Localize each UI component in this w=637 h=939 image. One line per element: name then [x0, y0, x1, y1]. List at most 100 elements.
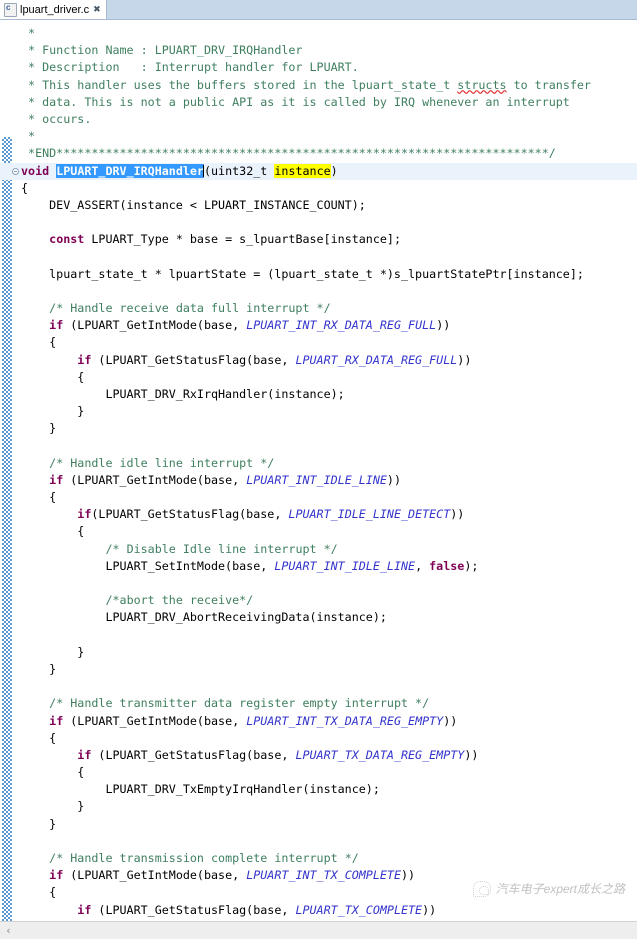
code-token-enum: LPUART_INT_RX_DATA_REG_FULL [246, 318, 437, 333]
code-line[interactable] [0, 575, 637, 592]
code-line[interactable]: if (LPUART_GetIntMode(base, LPUART_INT_T… [0, 713, 637, 730]
code-token-enum: LPUART_INT_IDLE_LINE [274, 558, 416, 573]
code-line[interactable]: if (LPUART_GetIntMode(base, LPUART_INT_I… [0, 472, 637, 489]
code-line[interactable]: DEV_ASSERT(instance < LPUART_INSTANCE_CO… [0, 197, 637, 214]
code-line[interactable]: * [0, 25, 637, 42]
code-line[interactable]: *END************************************… [0, 145, 637, 162]
code-line[interactable]: { [0, 764, 637, 781]
code-token-enum: LPUART_INT_TX_COMPLETE [246, 868, 401, 883]
tab-bar-empty-area [106, 0, 637, 19]
code-line[interactable]: if(LPUART_GetStatusFlag(base, LPUART_IDL… [0, 506, 637, 523]
code-line[interactable]: /* Handle transmission complete interrup… [0, 850, 637, 867]
editor-tab-bar: lpuart_driver.c ✖ [0, 0, 637, 20]
close-icon[interactable]: ✖ [93, 5, 101, 15]
code-token-misspell: structs [457, 77, 507, 92]
code-line[interactable]: LPUART_DRV_TxEmptyIrqHandler(instance); [0, 781, 637, 798]
code-line[interactable]: if (LPUART_GetStatusFlag(base, LPUART_TX… [0, 902, 637, 919]
code-line[interactable]: { [0, 884, 637, 901]
code-line[interactable]: /* Handle idle line interrupt */ [0, 455, 637, 472]
code-token-comment: to transfer [506, 77, 591, 92]
scroll-left-arrow-icon[interactable]: ‹ [0, 922, 17, 939]
code-token-plain: } [21, 661, 57, 676]
code-line[interactable]: } [0, 403, 637, 420]
code-line[interactable]: * Description : Interrupt handler for LP… [0, 59, 637, 76]
code-line[interactable]: if (LPUART_GetIntMode(base, LPUART_INT_R… [0, 317, 637, 334]
code-line[interactable]: * occurs. [0, 111, 637, 128]
code-editor-area[interactable]: * * Function Name : LPUART_DRV_IRQHandle… [0, 20, 637, 921]
horizontal-scrollbar[interactable]: ‹ [0, 921, 637, 939]
code-line[interactable]: /* Disable Idle line interrupt */ [0, 541, 637, 558]
code-token-enum: LPUART_INT_TX_DATA_REG_EMPTY [246, 713, 444, 728]
code-token-comment: * [21, 129, 36, 144]
code-line[interactable]: * data. This is not a public API as it i… [0, 94, 637, 111]
code-token-plain: { [21, 765, 85, 780]
code-token-plain: LPUART_DRV_TxEmptyIrqHandler(instance); [21, 782, 380, 797]
code-line[interactable]: const LPUART_Type * base = s_lpuartBase[… [0, 231, 637, 248]
code-line[interactable]: } [0, 420, 637, 437]
code-token-plain: DEV_ASSERT(instance < LPUART_INSTANCE_CO… [21, 197, 366, 212]
code-token-comment: * [21, 26, 36, 40]
code-line[interactable] [0, 678, 637, 695]
code-token-comment: /* Disable Idle line interrupt */ [105, 541, 338, 556]
code-line[interactable] [0, 627, 637, 644]
code-line[interactable]: /* Handle receive data full interrupt */ [0, 300, 637, 317]
code-token-keyword: if [49, 868, 64, 883]
code-line[interactable]: /* Handle transmitter data register empt… [0, 695, 637, 712]
code-token-plain: LPUART_Type * base = s_lpuartBase[instan… [84, 232, 401, 247]
code-token-plain: ); [464, 558, 479, 573]
code-line[interactable] [0, 283, 637, 300]
code-line[interactable]: if (LPUART_GetIntMode(base, LPUART_INT_T… [0, 867, 637, 884]
code-line[interactable]: lpuart_state_t * lpuartState = (lpuart_s… [0, 266, 637, 283]
code-line[interactable] [0, 248, 637, 265]
code-token-plain: } [21, 404, 85, 419]
code-token-plain: LPUART_DRV_RxIrqHandler(instance); [21, 386, 345, 401]
code-token-plain: )) [457, 352, 472, 367]
code-line[interactable]: LPUART_SetIntMode(base, LPUART_INT_IDLE_… [0, 558, 637, 575]
code-line[interactable]: if (LPUART_GetStatusFlag(base, LPUART_TX… [0, 747, 637, 764]
code-line[interactable]: { [0, 523, 637, 540]
code-line[interactable]: { [0, 369, 637, 386]
code-line[interactable]: /*abort the receive*/ [0, 592, 637, 609]
code-line[interactable]: * This handler uses the buffers stored i… [0, 77, 637, 94]
code-line[interactable] [0, 438, 637, 455]
code-line[interactable]: } [0, 798, 637, 815]
code-line[interactable]: * [0, 128, 637, 145]
editor-tab-label: lpuart_driver.c [20, 3, 90, 16]
code-line[interactable]: } [0, 816, 637, 833]
code-token-comment: * occurs. [21, 111, 92, 126]
code-token-enum: LPUART_IDLE_LINE_DETECT [288, 507, 451, 522]
code-token-plain: (uint32_t [203, 163, 275, 178]
code-line[interactable]: { [0, 730, 637, 747]
code-token-comment: * data. This is not a public API as it i… [21, 94, 570, 109]
code-line[interactable]: } [0, 661, 637, 678]
code-line[interactable]: { [0, 489, 637, 506]
code-token-plain: LPUART_SetIntMode(base, [21, 558, 275, 573]
code-line[interactable] [0, 833, 637, 850]
code-line[interactable] [0, 214, 637, 231]
code-token-plain: (LPUART_GetIntMode(base, [63, 868, 247, 883]
code-line[interactable]: LPUART_DRV_RxIrqHandler(instance); [0, 386, 637, 403]
code-editor-window: lpuart_driver.c ✖ * * Function Name : LP… [0, 0, 637, 939]
code-token-enum: LPUART_TX_COMPLETE [295, 902, 423, 917]
fold-collapse-icon[interactable] [12, 167, 19, 175]
code-token-enum: LPUART_INT_IDLE_LINE [246, 472, 387, 487]
code-line[interactable]: { [0, 180, 637, 197]
code-token-plain: )) [386, 472, 401, 487]
code-token-plain: { [21, 369, 85, 384]
code-line[interactable]: { [0, 334, 637, 351]
code-line[interactable]: LPUART_DRV_AbortReceivingData(instance); [0, 609, 637, 626]
source-code-lines[interactable]: * * Function Name : LPUART_DRV_IRQHandle… [0, 20, 637, 921]
editor-tab-lpuart-driver-c[interactable]: lpuart_driver.c ✖ [0, 0, 107, 19]
code-token-plain: (LPUART_GetStatusFlag(base, [91, 747, 296, 762]
horizontal-scrollbar-track[interactable] [17, 922, 637, 939]
code-line[interactable]: void LPUART_DRV_IRQHandler(uint32_t inst… [0, 162, 637, 180]
code-line[interactable]: if (LPUART_GetStatusFlag(base, LPUART_RX… [0, 352, 637, 369]
code-line[interactable]: * Function Name : LPUART_DRV_IRQHandler [0, 42, 637, 59]
code-token-comment: /* Handle receive data full interrupt */ [49, 301, 331, 315]
code-line[interactable]: } [0, 644, 637, 661]
